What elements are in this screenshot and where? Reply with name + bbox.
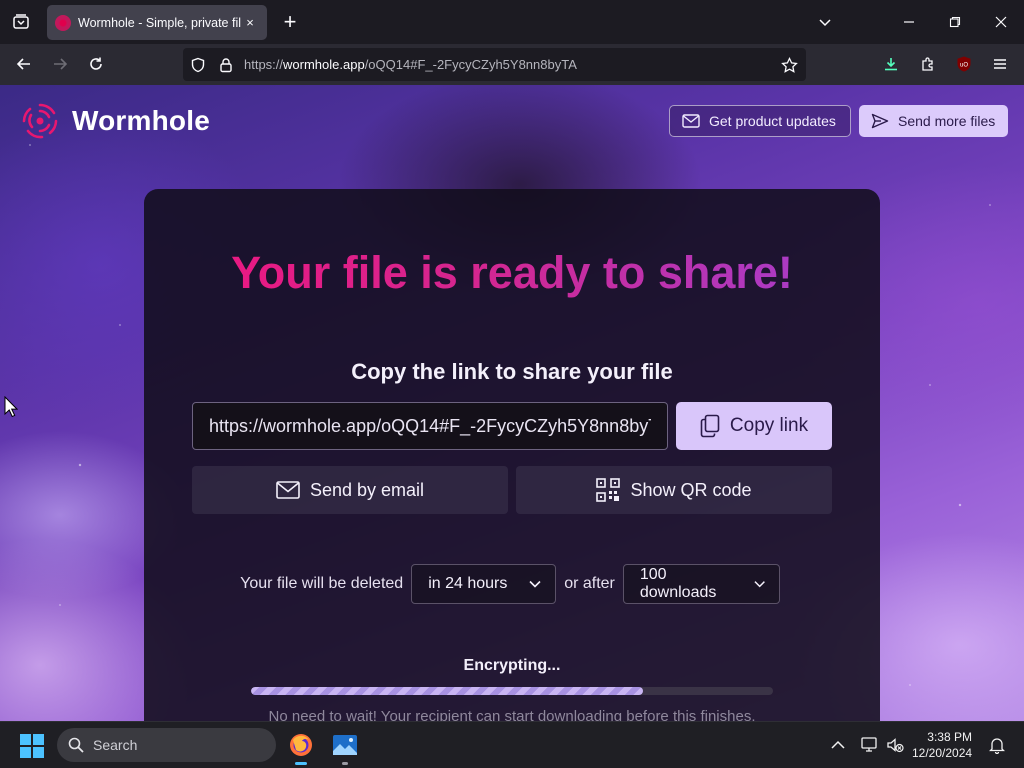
share-link-input[interactable]: [192, 402, 668, 450]
show-hidden-icons-chevron-icon[interactable]: [827, 734, 849, 756]
display-icon[interactable]: [859, 734, 881, 756]
show-qr-code-button[interactable]: Show QR code: [516, 466, 832, 514]
wormhole-favicon-icon: [55, 14, 71, 31]
app-menu-icon[interactable]: [986, 50, 1014, 78]
mouse-cursor-icon: [4, 396, 18, 418]
taskbar: Search 3:38 PM 12/20/2024: [0, 721, 1024, 768]
expiry-time-value: in 24 hours: [428, 575, 508, 592]
notifications-bell-icon[interactable]: [986, 734, 1008, 756]
mail-icon: [682, 114, 700, 128]
active-app-indicator: [295, 762, 307, 765]
forward-icon[interactable]: [46, 50, 74, 78]
send-icon: [871, 113, 889, 129]
download-note: No need to wait! Your recipient can star…: [268, 708, 756, 721]
encryption-status: Encrypting...: [463, 657, 561, 674]
close-window-icon[interactable]: [987, 8, 1015, 36]
tab-list-icon[interactable]: [8, 8, 34, 36]
send-by-email-label: Send by email: [309, 479, 425, 500]
extensions-icon[interactable]: [914, 50, 942, 78]
browser-tab-wormhole[interactable]: Wormhole - Simple, private file sharing …: [47, 5, 267, 40]
svg-text:uO: uO: [960, 63, 968, 69]
browser-tab-bar: Wormhole - Simple, private file sharing …: [0, 0, 1024, 44]
qr-code-icon: [596, 478, 621, 502]
copy-link-heading: Copy the link to share your file: [351, 359, 673, 384]
tracking-shield-icon[interactable]: [189, 56, 207, 74]
url-text: https://wormhole.app/oQQ14#F_-2FycyCZyh5…: [244, 57, 577, 72]
get-product-updates-button[interactable]: Get product updates: [669, 105, 851, 137]
copy-link-label: Copy link: [729, 415, 809, 436]
brand-name: Wormhole: [72, 105, 210, 136]
windows-start-icon[interactable]: [20, 734, 44, 758]
copy-icon: [700, 414, 720, 438]
expiry-downloads-select[interactable]: 100 downloads: [622, 564, 780, 604]
browser-nav-bar: https://wormhole.app/oQQ14#F_-2FycyCZyh5…: [0, 44, 1024, 85]
expiry-settings: Your file will be deleted in 24 hours or…: [144, 564, 880, 604]
encryption-progress-bar: [251, 687, 773, 695]
expiry-prefix: Your file will be deleted: [240, 575, 404, 592]
firefox-taskbar-icon[interactable]: [286, 730, 316, 765]
page-title: Your file is ready to share!: [144, 247, 880, 299]
show-qr-code-label: Show QR code: [630, 479, 752, 500]
ublock-origin-icon[interactable]: uO: [950, 50, 978, 78]
search-icon: [68, 737, 84, 753]
brand[interactable]: Wormhole: [20, 101, 210, 141]
restore-icon[interactable]: [941, 8, 969, 36]
expiry-time-select[interactable]: in 24 hours: [411, 564, 557, 604]
chevron-down-icon: [529, 580, 541, 588]
encryption-progress-fill: [251, 687, 643, 695]
list-all-tabs-chevron-icon[interactable]: [811, 8, 839, 36]
send-by-email-button[interactable]: Send by email: [192, 466, 508, 514]
bookmark-star-icon[interactable]: [780, 56, 798, 74]
address-bar[interactable]: https://wormhole.app/oQQ14#F_-2FycyCZyh5…: [183, 48, 806, 81]
tab-title: Wormhole - Simple, private file sharing: [78, 15, 241, 30]
clock-time: 3:38 PM: [927, 730, 972, 744]
photos-taskbar-icon[interactable]: [330, 730, 360, 765]
clock-date: 12/20/2024: [912, 746, 973, 760]
system-clock[interactable]: 3:38 PM 12/20/2024: [912, 729, 972, 761]
expiry-joiner: or after: [564, 575, 615, 592]
taskbar-search-label: Search: [93, 737, 138, 753]
new-tab-button[interactable]: +: [278, 10, 302, 34]
volume-muted-icon[interactable]: [884, 734, 906, 756]
chevron-down-icon: [753, 581, 765, 588]
copy-link-button[interactable]: Copy link: [676, 402, 832, 450]
share-card: Your file is ready to share! Copy the li…: [144, 189, 880, 721]
reload-icon[interactable]: [82, 50, 110, 78]
lock-icon[interactable]: [217, 56, 235, 74]
taskbar-search[interactable]: Search: [57, 728, 276, 762]
downloads-icon[interactable]: [877, 50, 905, 78]
get-product-updates-label: Get product updates: [709, 113, 836, 129]
send-more-files-button[interactable]: Send more files: [859, 105, 1008, 137]
send-more-files-label: Send more files: [898, 113, 996, 129]
expiry-downloads-value: 100 downloads: [639, 566, 717, 601]
minimize-icon[interactable]: [895, 8, 923, 36]
page-content: Wormhole Get product updates Send more f…: [0, 85, 1024, 721]
back-icon[interactable]: [10, 50, 38, 78]
wormhole-logo-icon: [22, 103, 58, 139]
running-app-indicator: [342, 762, 348, 765]
tab-close-icon[interactable]: ×: [241, 14, 259, 32]
mail-icon: [276, 481, 300, 499]
